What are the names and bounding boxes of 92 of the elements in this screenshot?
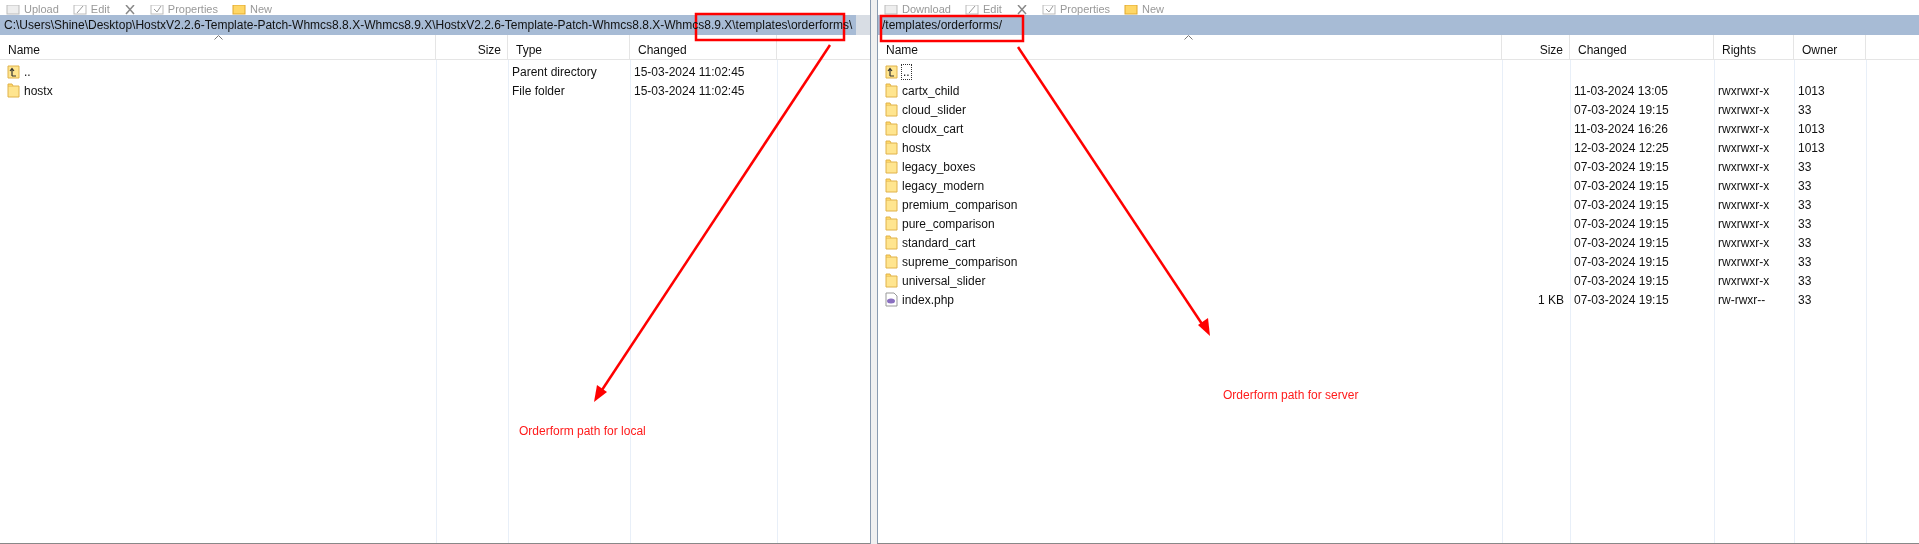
table-cell: 07-03-2024 19:15	[1574, 273, 1669, 288]
table-cell: 1013	[1798, 83, 1825, 98]
table-cell: 07-03-2024 19:15	[1574, 254, 1669, 269]
file-name[interactable]: cloud_slider	[902, 102, 967, 117]
table-cell: rwxrwxr-x	[1718, 140, 1770, 155]
table-cell: 12-03-2024 12:25	[1574, 140, 1669, 155]
pencil-icon	[964, 5, 979, 15]
table-cell: rwxrwxr-x	[1718, 254, 1770, 269]
file-name[interactable]: pure_comparison	[902, 216, 995, 231]
folder-icon	[7, 83, 20, 98]
table-cell: rw-rwxr--	[1718, 292, 1766, 307]
folder-icon	[885, 216, 898, 231]
column-header[interactable]: Rights	[1714, 35, 1794, 59]
folder-icon	[885, 178, 898, 193]
table-cell: 33	[1798, 216, 1812, 231]
file-name[interactable]: index.php	[902, 292, 955, 307]
table-cell: 07-03-2024 19:15	[1574, 197, 1669, 212]
table-cell: 11-03-2024 16:26	[1574, 121, 1668, 136]
panel-splitter[interactable]	[870, 0, 877, 544]
column-header[interactable]: Name	[0, 35, 436, 59]
folder-icon	[885, 159, 898, 174]
table-cell: 33	[1798, 178, 1812, 193]
table-cell: rwxrwxr-x	[1718, 121, 1770, 136]
properties-icon	[149, 5, 164, 15]
column-header[interactable]: Owner	[1794, 35, 1866, 59]
table-cell: 07-03-2024 19:15	[1574, 159, 1669, 174]
table-cell: File folder	[512, 83, 565, 98]
close-icon[interactable]	[1015, 5, 1028, 15]
column-header[interactable]: Changed	[630, 35, 777, 59]
table-cell: rwxrwxr-x	[1718, 178, 1770, 193]
pencil-icon	[72, 5, 87, 15]
table-cell: 07-03-2024 19:15	[1574, 102, 1669, 117]
table-cell: 1013	[1798, 140, 1825, 155]
column-header[interactable]: Name	[878, 35, 1502, 59]
file-name[interactable]: universal_slider	[902, 273, 986, 288]
table-cell: 1013	[1798, 121, 1825, 136]
folder-icon	[885, 273, 898, 288]
file-name[interactable]: standard_cart	[902, 235, 976, 250]
file-name[interactable]: ..	[902, 64, 911, 79]
path-bar[interactable]: /templates/orderforms/	[878, 15, 1919, 35]
column-header[interactable]: Size	[1502, 35, 1570, 59]
table-cell: 33	[1798, 273, 1812, 288]
table-cell: Parent directory	[512, 64, 597, 79]
table-cell: 07-03-2024 19:15	[1574, 235, 1669, 250]
table-cell: 11-03-2024 13:05	[1574, 83, 1668, 98]
table-cell: 33	[1798, 197, 1812, 212]
folder-icon	[885, 140, 898, 155]
folder-icon	[885, 254, 898, 269]
column-header[interactable]: Changed	[1570, 35, 1714, 59]
table-cell: 07-03-2024 19:15	[1574, 216, 1669, 231]
table-cell: rwxrwxr-x	[1718, 273, 1770, 288]
table-cell: rwxrwxr-x	[1718, 197, 1770, 212]
file-name[interactable]: legacy_boxes	[902, 159, 976, 174]
annotation-text: Orderform path for local	[519, 424, 646, 438]
file-name[interactable]: premium_comparison	[902, 197, 1018, 212]
file-name[interactable]: hostx	[24, 83, 53, 98]
table-cell: 15-03-2024 11:02:45	[634, 83, 745, 98]
table-cell: 33	[1798, 254, 1812, 269]
folder-icon	[885, 197, 898, 212]
table-cell: 07-03-2024 19:15	[1574, 292, 1669, 307]
table-cell: 33	[1798, 102, 1812, 117]
up-folder-icon	[885, 64, 898, 79]
table-cell: 07-03-2024 19:15	[1574, 178, 1669, 193]
table-cell: rwxrwxr-x	[1718, 83, 1770, 98]
folder-icon	[885, 121, 898, 136]
sort-caret-icon	[214, 35, 223, 40]
table-cell: 33	[1798, 159, 1812, 174]
table-cell: rwxrwxr-x	[1718, 159, 1770, 174]
sort-caret-icon	[1184, 35, 1193, 40]
file-name[interactable]: legacy_modern	[902, 178, 985, 193]
file-name[interactable]: supreme_comparison	[902, 254, 1018, 269]
folder-icon	[885, 102, 898, 117]
table-cell: 33	[1798, 235, 1812, 250]
table-cell: rwxrwxr-x	[1718, 216, 1770, 231]
annotation-text: Orderform path for server	[1223, 388, 1359, 402]
column-header[interactable]: Size	[436, 35, 508, 59]
table-cell: 1 KB	[1538, 292, 1564, 307]
table-cell: 33	[1798, 292, 1812, 307]
folder-icon	[885, 235, 898, 250]
table-cell: rwxrwxr-x	[1718, 235, 1770, 250]
php-file-icon	[885, 292, 898, 307]
file-name[interactable]: ..	[24, 64, 31, 79]
table-cell: rwxrwxr-x	[1718, 102, 1770, 117]
file-name[interactable]: hostx	[902, 140, 931, 155]
folder-icon	[885, 83, 898, 98]
properties-icon	[1041, 5, 1056, 15]
up-folder-icon	[7, 64, 20, 79]
close-icon[interactable]	[123, 5, 136, 15]
file-name[interactable]: cartx_child	[902, 83, 960, 98]
table-cell: 15-03-2024 11:02:45	[634, 64, 745, 79]
column-header[interactable]: Type	[508, 35, 630, 59]
file-name[interactable]: cloudx_cart	[902, 121, 964, 136]
